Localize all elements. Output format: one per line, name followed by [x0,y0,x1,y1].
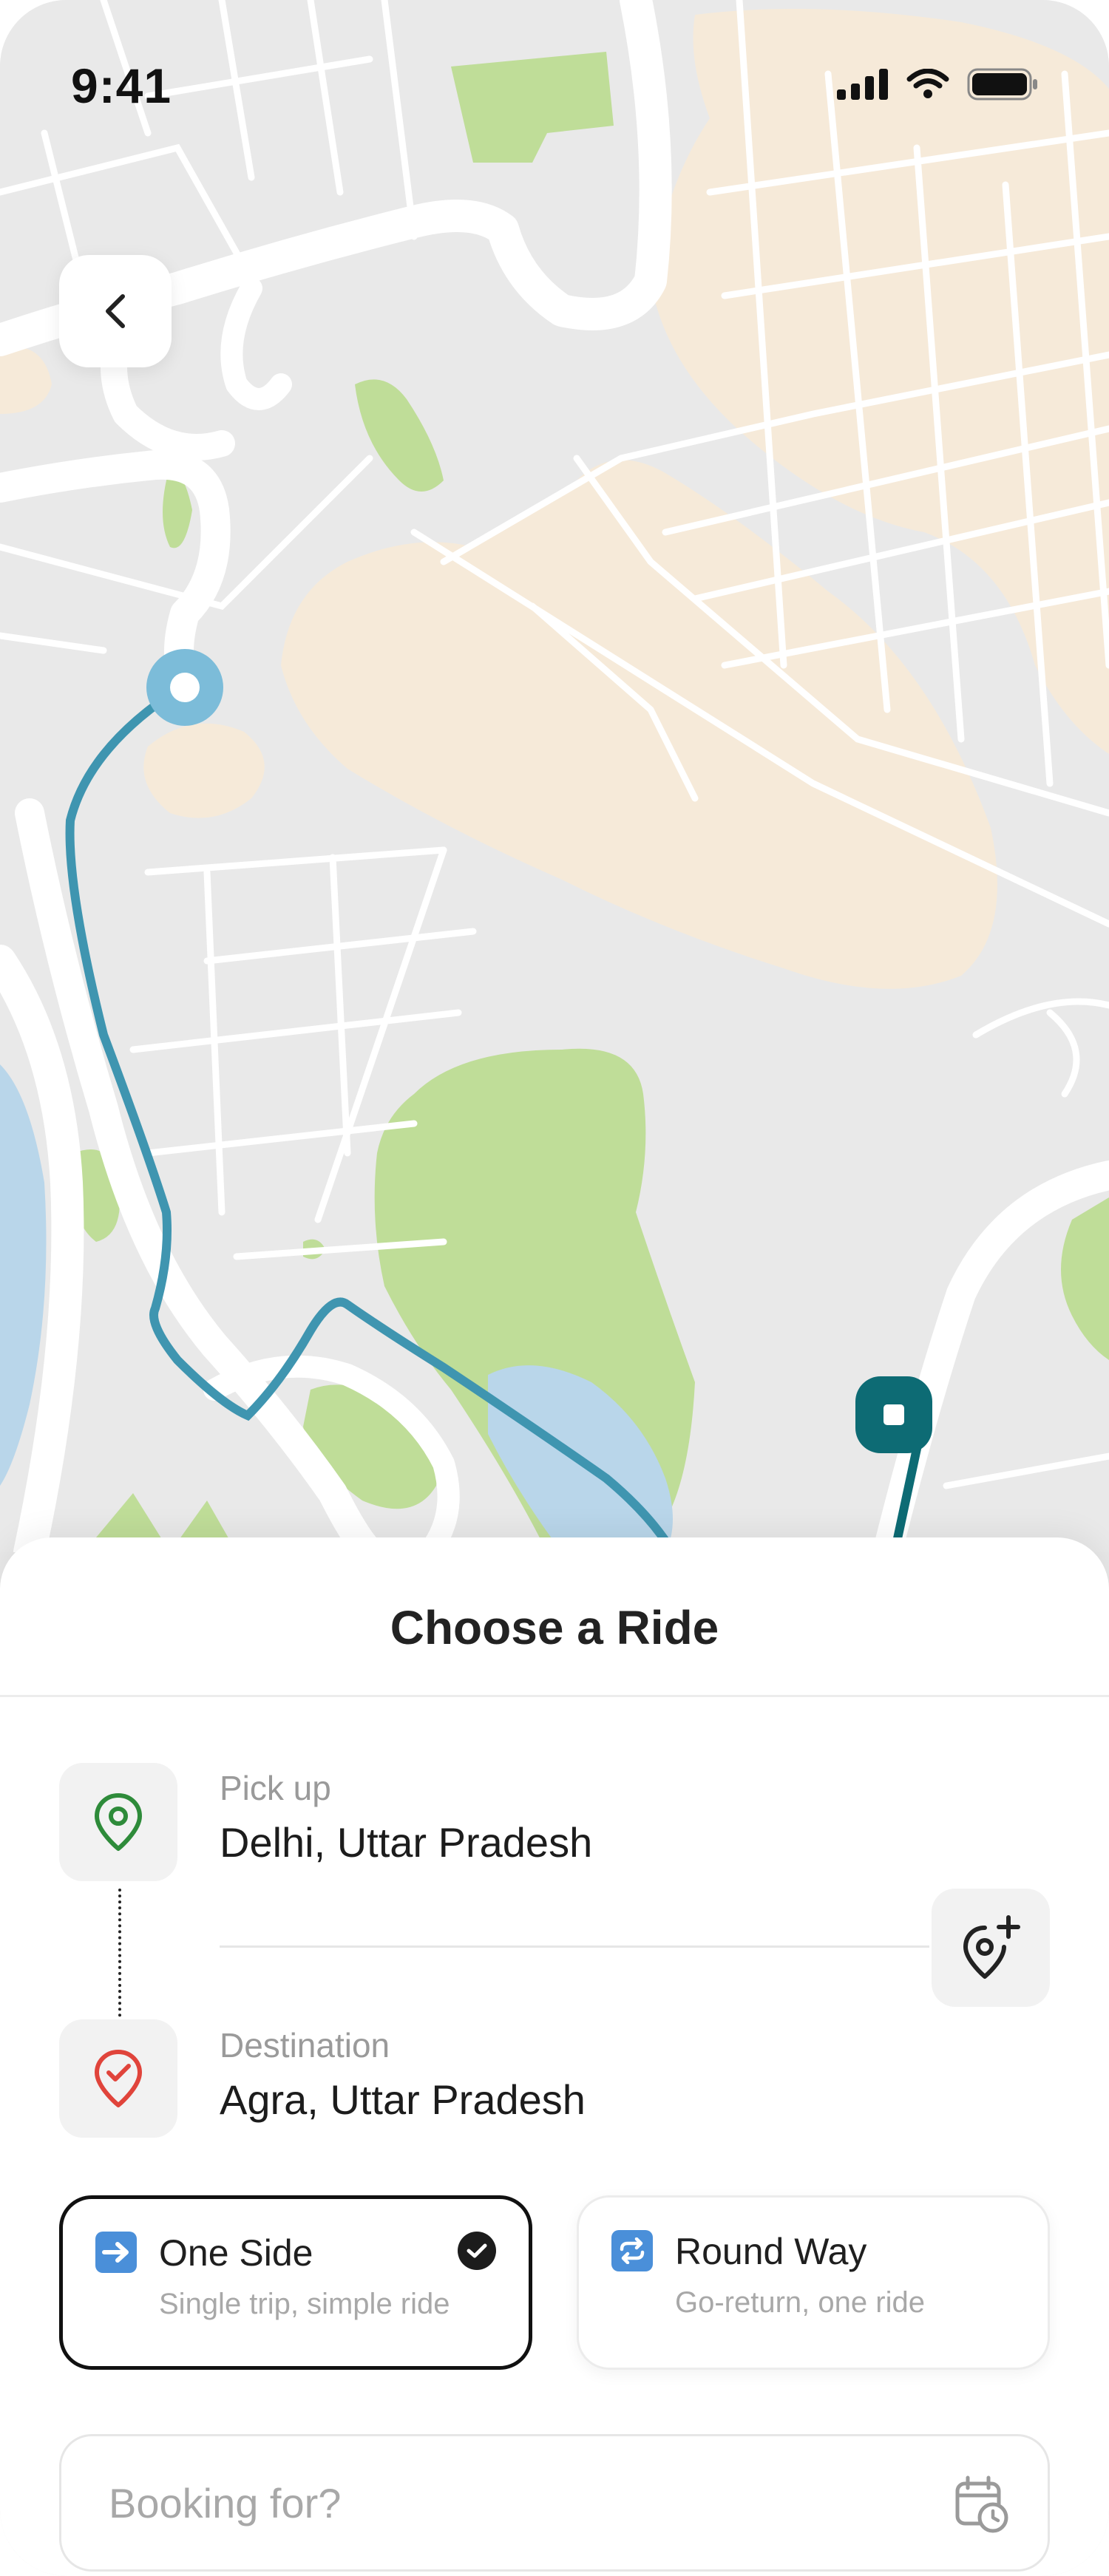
add-stop-button[interactable] [932,1889,1050,2007]
pickup-marker-icon[interactable] [144,647,225,728]
option-round-way[interactable]: Round Way Go-return, one ride [577,2195,1050,2370]
ride-sheet: Choose a Ride Pick up Delhi, Uttar Prade… [0,1537,1109,2576]
location-check-icon [95,2050,142,2107]
map[interactable] [0,0,1109,1552]
pickup-label: Pick up [220,1769,331,1807]
back-button[interactable] [59,255,172,367]
status-bar: 9:41 [0,0,1109,177]
booking-for-field[interactable]: Booking for? [59,2434,1050,2572]
booking-placeholder: Booking for? [109,2480,342,2526]
status-icons [837,68,1038,101]
chevron-left-icon [106,294,125,328]
option-title: One Side [159,2232,313,2274]
pickup-icon-box [59,1763,177,1881]
destination-marker-icon[interactable] [854,1375,934,1455]
sheet-title: Choose a Ride [390,1601,719,1654]
option-title: Round Way [675,2231,867,2272]
option-subtitle: Go-return, one ride [675,2286,925,2319]
repeat-icon [611,2230,653,2271]
wifi-icon [906,69,949,98]
option-one-side[interactable]: One Side Single trip, simple ride [59,2195,532,2370]
pickup-field[interactable]: Delhi, Uttar Pradesh [220,1818,592,1866]
add-location-icon [963,1915,1020,1979]
calendar-clock-icon[interactable] [953,2475,1009,2534]
location-separator [220,1945,929,1948]
arrow-right-icon [95,2232,137,2273]
battery-icon [967,68,1037,101]
option-subtitle: Single trip, simple ride [159,2288,450,2320]
destination-label: Destination [220,2026,390,2064]
cellular-signal-icon [837,69,888,100]
location-pin-icon [95,1793,142,1851]
status-time: 9:41 [71,58,172,113]
divider [0,1695,1109,1697]
destination-icon-box [59,2019,177,2138]
map-canvas[interactable] [0,0,1109,1552]
check-icon [458,2232,496,2270]
screen: 9:41 Choose a Ride Pick up Delhi, Uttar … [0,0,1109,2576]
destination-field[interactable]: Agra, Uttar Pradesh [220,2076,586,2124]
